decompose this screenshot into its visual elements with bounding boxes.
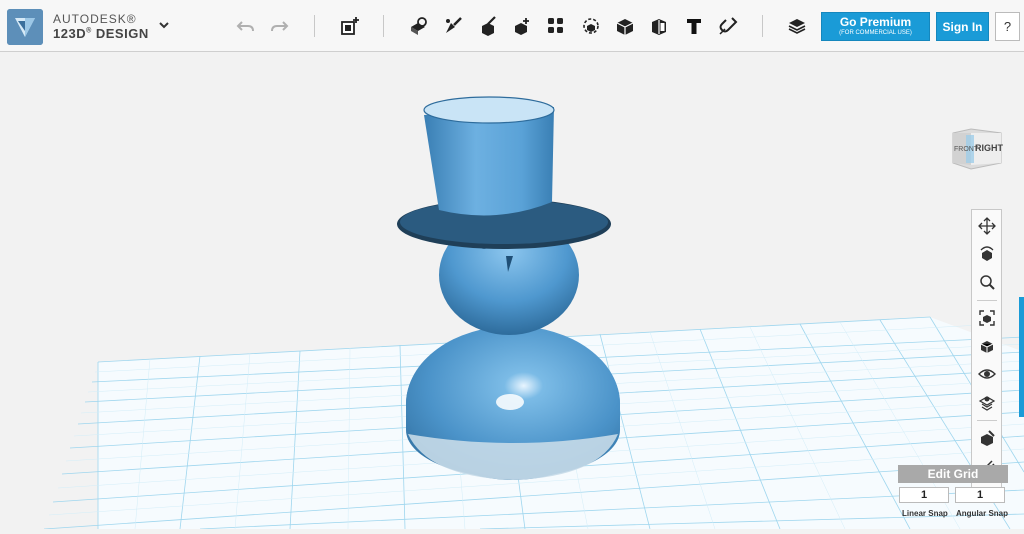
toolbar-separator (314, 15, 315, 37)
view-cube[interactable]: FRONT RIGHT (949, 125, 1005, 171)
brand-product-suffix: DESIGN (91, 26, 149, 41)
undo-icon[interactable] (233, 13, 259, 39)
angular-snap-input[interactable]: 1 (955, 487, 1005, 503)
go-premium-sublabel: (FOR COMMERCIAL USE) (839, 30, 912, 36)
viewcube-right-label: RIGHT (975, 143, 1004, 153)
toolbar-separator (383, 15, 384, 37)
top-hat[interactable] (397, 96, 611, 249)
linear-snap-label: Linear Snap (902, 509, 948, 518)
app-logo[interactable] (7, 9, 43, 45)
combine-icon[interactable] (578, 13, 604, 39)
scene-canvas[interactable] (0, 52, 1024, 530)
help-button[interactable]: ? (995, 12, 1020, 41)
zoom-icon[interactable] (974, 270, 1000, 294)
nav-separator (977, 420, 997, 421)
construct-icon[interactable] (440, 13, 466, 39)
measure-icon[interactable] (612, 13, 638, 39)
material-icon[interactable] (646, 13, 672, 39)
go-premium-label: Go Premium (839, 15, 912, 29)
pan-icon[interactable] (974, 214, 1000, 238)
text-icon[interactable] (681, 13, 707, 39)
snap-magnet-icon[interactable] (715, 13, 741, 39)
side-panel-tab[interactable] (1019, 297, 1024, 417)
pattern-icon[interactable] (509, 13, 535, 39)
redo-icon[interactable] (266, 13, 292, 39)
navigation-bar (971, 209, 1002, 489)
linear-snap-input[interactable]: 1 (899, 487, 949, 503)
angular-snap-label: Angular Snap (956, 509, 1009, 518)
go-premium-button[interactable]: Go Premium (FOR COMMERCIAL USE) (821, 12, 930, 41)
brand-product: 123D® DESIGN (53, 26, 149, 41)
app-menu-chevron-icon[interactable] (158, 18, 170, 33)
toolbar-separator (762, 15, 763, 37)
layers-icon[interactable] (784, 13, 810, 39)
brand-product-name: 123D (53, 26, 87, 41)
main-toolbar: AUTODESK® 123D® DESIGN Go Premium (FOR C… (0, 0, 1024, 52)
modify-icon[interactable] (475, 13, 501, 39)
snowman-body[interactable] (406, 326, 620, 480)
sketch-icon[interactable] (405, 13, 431, 39)
sign-in-button[interactable]: Sign In (936, 12, 989, 41)
edit-grid-button[interactable]: Edit Grid (898, 465, 1008, 483)
snap-tool-icon[interactable] (974, 426, 1000, 450)
materials-grid-icon[interactable] (974, 390, 1000, 414)
brand-autodesk: AUTODESK® (53, 12, 137, 26)
grouping-icon[interactable] (543, 13, 569, 39)
primitives-icon[interactable] (337, 13, 363, 39)
orbit-icon[interactable] (974, 242, 1000, 266)
visibility-eye-icon[interactable] (974, 362, 1000, 386)
views-icon[interactable] (974, 334, 1000, 358)
fit-view-icon[interactable] (974, 306, 1000, 330)
3d-viewport[interactable]: FRONT RIGHT Edit Grid 1 1 Linear Snap An… (0, 52, 1024, 530)
nav-separator (977, 300, 997, 301)
